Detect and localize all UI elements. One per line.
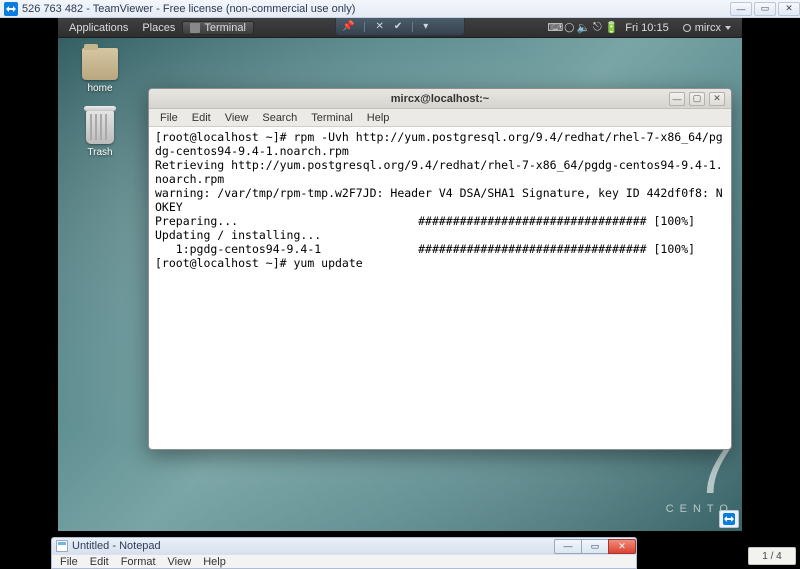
notepad-menu-view[interactable]: View: [162, 556, 198, 568]
desktop-home-label: home: [76, 83, 124, 94]
terminal-task-icon: [190, 23, 200, 33]
desktop-trash-label: Trash: [76, 147, 124, 158]
applications-menu[interactable]: Applications: [62, 22, 135, 34]
tv-chevron-down-icon[interactable]: ▾: [423, 21, 428, 32]
letterbox-left: [0, 18, 58, 569]
battery-indicator[interactable]: 🔋: [604, 21, 618, 34]
notepad-close-button[interactable]: ✕: [608, 539, 636, 554]
clock[interactable]: Fri 10:15: [618, 22, 675, 34]
terminal-menu-edit[interactable]: Edit: [185, 112, 218, 124]
terminal-menu-view[interactable]: View: [218, 112, 256, 124]
notepad-window: Untitled - Notepad — ▭ ✕ File Edit Forma…: [51, 537, 637, 569]
keyboard-indicator[interactable]: ⌨: [548, 21, 562, 34]
centos-watermark: 7 CENTO: [666, 441, 734, 515]
teamviewer-widget-icon[interactable]: [719, 510, 739, 528]
notepad-menu-edit[interactable]: Edit: [84, 556, 115, 568]
terminal-window: mircx@localhost:~ — ▢ ✕ File Edit View S…: [148, 88, 732, 450]
terminal-title: mircx@localhost:~: [149, 93, 731, 105]
trash-icon: [86, 110, 114, 144]
chevron-down-icon: [725, 26, 731, 30]
notepad-menubar: File Edit Format View Help: [51, 554, 637, 569]
places-menu[interactable]: Places: [135, 22, 182, 34]
terminal-menu-file[interactable]: File: [153, 112, 185, 124]
teamviewer-close-button[interactable]: ✕: [778, 2, 800, 16]
letterbox-right: [742, 18, 800, 569]
notepad-menu-format[interactable]: Format: [115, 556, 162, 568]
teamviewer-minimize-button[interactable]: —: [730, 2, 752, 16]
user-avatar-icon: [683, 24, 691, 32]
notepad-icon: [56, 540, 68, 552]
terminal-close-button[interactable]: ✕: [709, 92, 725, 106]
notepad-maximize-button[interactable]: ▭: [581, 539, 609, 554]
tv-pin-icon[interactable]: 📌: [342, 21, 354, 32]
notepad-minimize-button[interactable]: —: [554, 539, 582, 554]
teamviewer-session-toolbar[interactable]: 📌 ✕ ✔ ▾: [335, 18, 465, 36]
teamviewer-maximize-button[interactable]: ▭: [754, 2, 776, 16]
notepad-title: Untitled - Notepad: [72, 540, 161, 552]
terminal-menu-search[interactable]: Search: [255, 112, 304, 124]
page-counter: 1 / 4: [748, 547, 796, 565]
notepad-titlebar[interactable]: Untitled - Notepad — ▭ ✕: [51, 537, 637, 554]
terminal-titlebar[interactable]: mircx@localhost:~ — ▢ ✕: [149, 89, 731, 109]
user-menu[interactable]: mircx: [676, 22, 738, 34]
teamviewer-logo-icon: [4, 2, 18, 16]
terminal-output[interactable]: [root@localhost ~]# rpm -Uvh http://yum.…: [149, 127, 731, 449]
terminal-menubar: File Edit View Search Terminal Help: [149, 109, 731, 127]
accessibility-indicator[interactable]: ◯: [562, 22, 576, 33]
terminal-menu-terminal[interactable]: Terminal: [304, 112, 360, 124]
tv-check-icon[interactable]: ✔: [394, 21, 402, 32]
tv-cross-icon[interactable]: ✕: [375, 21, 383, 32]
notepad-menu-help[interactable]: Help: [197, 556, 232, 568]
terminal-menu-help[interactable]: Help: [360, 112, 397, 124]
remote-desktop: Applications Places Terminal ⌨ ◯ 🔈 ⎋ 🔋 F…: [58, 18, 742, 531]
terminal-maximize-button[interactable]: ▢: [689, 92, 705, 106]
desktop-trash-icon[interactable]: Trash: [76, 110, 124, 158]
terminal-minimize-button[interactable]: —: [669, 92, 685, 106]
network-indicator[interactable]: ⎋: [590, 21, 604, 34]
taskbar-terminal[interactable]: Terminal: [182, 21, 254, 35]
volume-indicator[interactable]: 🔈: [576, 21, 590, 34]
teamviewer-title: 526 763 482 - TeamViewer - Free license …: [22, 3, 355, 15]
notepad-menu-file[interactable]: File: [54, 556, 84, 568]
desktop-home-icon[interactable]: home: [76, 48, 124, 94]
teamviewer-titlebar: 526 763 482 - TeamViewer - Free license …: [0, 0, 800, 18]
folder-icon: [82, 48, 118, 80]
